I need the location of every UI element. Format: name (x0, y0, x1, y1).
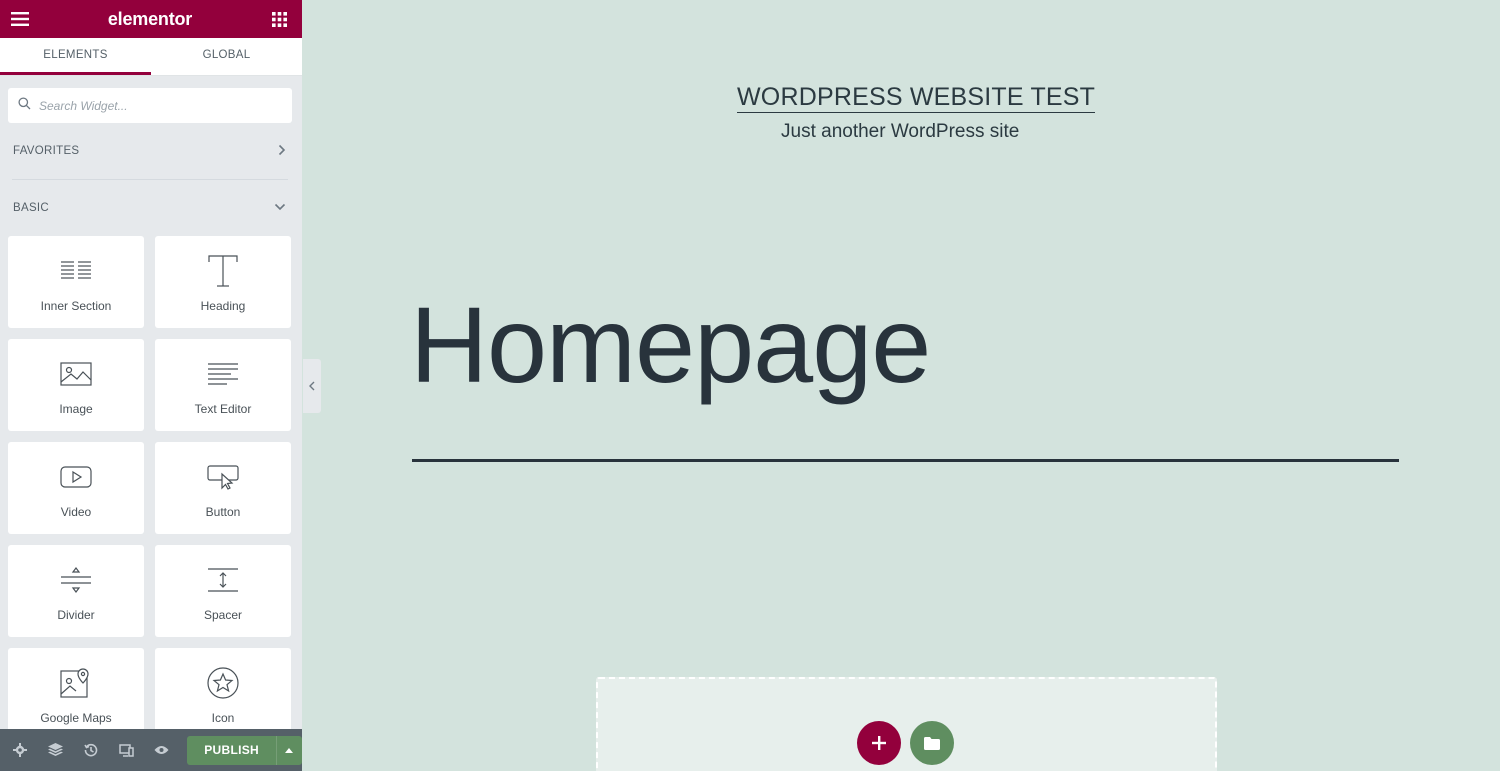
publish-button[interactable]: PUBLISH (187, 735, 302, 765)
history-icon[interactable] (77, 736, 104, 764)
widget-heading[interactable]: Heading (155, 236, 291, 328)
heading-icon (208, 253, 238, 289)
chevron-right-icon (278, 144, 286, 159)
collapse-panel-toggle[interactable] (303, 359, 321, 413)
widget-label: Inner Section (40, 299, 112, 313)
search-icon (18, 96, 31, 115)
category-favorites-label: FAVORITES (13, 145, 80, 157)
caret-up-icon[interactable] (275, 735, 302, 765)
widget-label: Video (60, 505, 92, 519)
star-icon (207, 665, 239, 701)
folder-icon (924, 736, 940, 750)
widget-label: Heading (200, 299, 246, 313)
category-basic-label: BASIC (13, 202, 50, 214)
category-basic[interactable]: BASIC (0, 180, 302, 236)
search-widget-input[interactable] (39, 98, 259, 113)
widget-spacer[interactable]: Spacer (155, 545, 291, 637)
responsive-icon[interactable] (112, 736, 139, 764)
preview-icon[interactable] (148, 736, 175, 764)
widget-image[interactable]: Image (8, 339, 144, 431)
widgets-grid-icon[interactable] (270, 9, 290, 29)
google-maps-icon (60, 665, 92, 701)
editor-panel: elementor ELEMENTS GLOBAL FAVORITES BASI… (0, 0, 302, 771)
page-title: Homepage (410, 284, 931, 405)
content-divider (412, 459, 1399, 462)
widget-label: Text Editor (194, 402, 252, 416)
add-template-button[interactable] (910, 721, 954, 765)
spacer-icon (207, 562, 239, 598)
site-title-link[interactable]: WORDPRESS WEBSITE TEST (737, 82, 1096, 113)
widget-google-maps[interactable]: Google Maps (8, 648, 144, 740)
navigator-icon[interactable] (41, 736, 68, 764)
hamburger-menu-icon[interactable] (10, 9, 30, 29)
widget-label: Button (205, 505, 241, 519)
widget-inner-section[interactable]: Inner Section (8, 236, 144, 328)
image-icon (60, 356, 92, 392)
widget-button[interactable]: Button (155, 442, 291, 534)
chevron-down-icon (274, 202, 286, 214)
add-section-button[interactable] (857, 721, 901, 765)
text-editor-icon (207, 356, 239, 392)
publish-label: PUBLISH (204, 743, 260, 757)
widget-divider[interactable]: Divider (8, 545, 144, 637)
widget-grid: Inner Section Heading Image Text Editor … (0, 236, 302, 740)
inner-section-icon (60, 253, 92, 289)
tab-global[interactable]: GLOBAL (151, 38, 302, 75)
widget-video[interactable]: Video (8, 442, 144, 534)
site-tagline: Just another WordPress site (781, 121, 1020, 142)
tab-elements[interactable]: ELEMENTS (0, 38, 151, 75)
widget-text-editor[interactable]: Text Editor (155, 339, 291, 431)
search-box (8, 88, 292, 123)
widget-label: Google Maps (40, 711, 112, 725)
elementor-logo: elementor (107, 8, 193, 29)
widget-label: Spacer (203, 608, 243, 622)
video-icon (60, 459, 92, 495)
panel-tabs: ELEMENTS GLOBAL (0, 38, 302, 76)
settings-icon[interactable] (6, 736, 33, 764)
widget-label: Divider (57, 608, 95, 622)
button-icon (207, 459, 239, 495)
panel-header: elementor (0, 0, 302, 38)
add-section-area (596, 677, 1217, 771)
panel-footer: PUBLISH (0, 729, 302, 771)
divider-icon (60, 562, 92, 598)
widget-label: Image (59, 402, 93, 416)
plus-icon (872, 736, 886, 750)
widget-label: Icon (211, 711, 235, 725)
widget-icon[interactable]: Icon (155, 648, 291, 740)
category-favorites[interactable]: FAVORITES (0, 123, 302, 179)
